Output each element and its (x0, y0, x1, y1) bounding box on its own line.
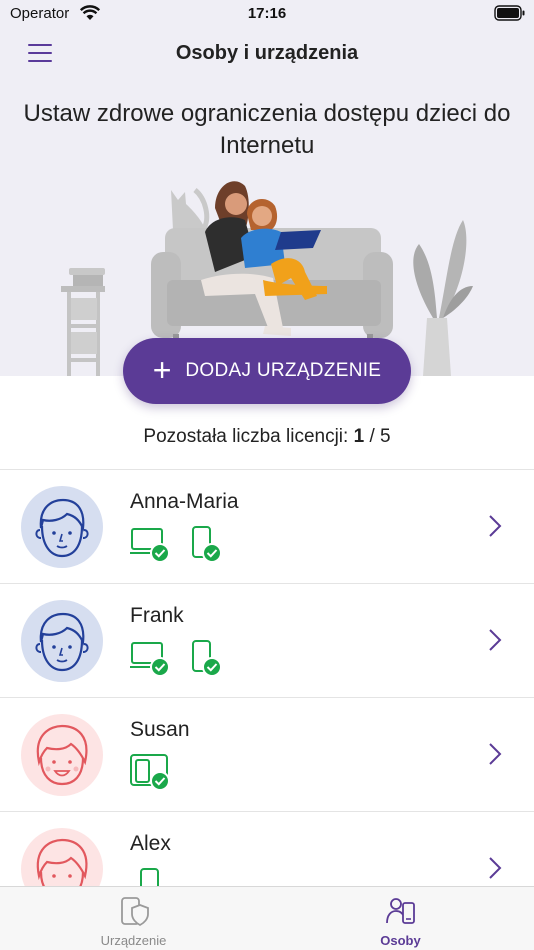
tab-people-label: Osoby (380, 933, 421, 948)
chevron-right-icon (489, 629, 502, 651)
add-device-button[interactable]: + DODAJ URZĄDZENIE (123, 338, 411, 404)
chevron-right-icon (489, 515, 502, 537)
page-title: Osoby i urządzenia (175, 42, 359, 64)
person-name: Alex (130, 832, 171, 855)
laptop-check-icon (130, 642, 170, 677)
person-name: Frank (130, 604, 184, 627)
clock: 17:16 (247, 5, 287, 22)
boy-avatar-icon (21, 486, 103, 568)
tab-bar: Urządzenie Osoby (0, 886, 534, 950)
license-label: Pozostała liczba licencji: (143, 426, 349, 447)
person-row-susan[interactable]: Susan (0, 698, 534, 812)
device-list (130, 754, 226, 791)
person-name: Susan (130, 718, 190, 741)
person-name: Anna-Maria (130, 490, 239, 513)
phone-check-icon (192, 640, 222, 677)
people-devices-icon (386, 898, 415, 924)
tab-device-label: Urządzenie (100, 933, 167, 948)
license-total: 5 (380, 426, 391, 447)
nav-bar: Osoby i urządzenia (0, 34, 534, 74)
person-row-anna-maria[interactable]: Anna-Maria (0, 470, 534, 584)
chevron-right-icon (489, 743, 502, 765)
tab-people[interactable]: Osoby (267, 887, 534, 950)
license-used: 1 (353, 426, 365, 447)
status-bar: Operator 17:16 (0, 0, 534, 28)
tablet-check-icon (130, 754, 170, 791)
plus-icon: + (152, 352, 172, 388)
license-counter: Pozostała liczba licencji: 1 / 5 (0, 426, 534, 448)
chevron-right-icon (489, 857, 502, 879)
device-shield-icon (121, 897, 149, 927)
battery-icon (494, 5, 526, 26)
boy-avatar-icon (21, 600, 103, 682)
device-list (130, 640, 226, 677)
girl-avatar-icon (21, 714, 103, 796)
person-row-frank[interactable]: Frank (0, 584, 534, 698)
hero-headline: Ustaw zdrowe ograniczenia dostępu dzieci… (23, 100, 511, 159)
phone-check-icon (192, 526, 222, 563)
tab-device[interactable]: Urządzenie (0, 887, 267, 950)
license-separator: / (369, 426, 375, 447)
device-list (130, 526, 226, 563)
add-device-label: DODAJ URZĄDZENIE (185, 360, 382, 381)
laptop-check-icon (130, 528, 170, 563)
hero-banner: Operator 17:16 Osoby i urządzenia Ustaw … (0, 0, 534, 404)
